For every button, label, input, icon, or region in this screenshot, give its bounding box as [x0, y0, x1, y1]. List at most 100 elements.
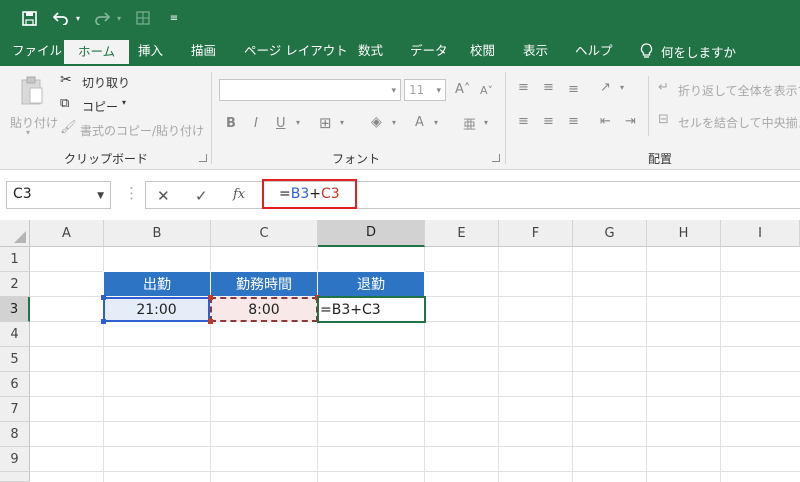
decrease-indent-icon[interactable]: ⇤ — [600, 114, 611, 129]
undo-dropdown-icon[interactable]: ▾ — [73, 0, 83, 36]
column-header-b[interactable]: B — [104, 220, 211, 247]
font-size-value: 11 — [409, 83, 425, 97]
select-all-icon — [14, 231, 26, 243]
align-middle-icon[interactable]: ≡ — [543, 80, 554, 95]
tab-formulas[interactable]: 数式 — [358, 36, 383, 66]
increase-indent-icon[interactable]: ⇥ — [625, 114, 636, 129]
chevron-down-icon: ▾ — [391, 86, 396, 96]
gridline — [30, 396, 800, 397]
underline-button[interactable]: U — [276, 116, 286, 131]
font-color-icon[interactable]: A — [415, 115, 424, 130]
column-header-c[interactable]: C — [211, 220, 318, 247]
formula-input[interactable]: =B3+C3 — [262, 179, 357, 209]
column-header-h[interactable]: H — [647, 220, 721, 247]
save-icon[interactable] — [18, 0, 40, 36]
undo-icon[interactable] — [50, 0, 72, 36]
cancel-icon[interactable]: ✕ — [157, 187, 170, 205]
phonetic-guide-icon[interactable]: 亜 — [463, 114, 476, 133]
font-size-dropdown[interactable]: 11 ▾ — [404, 79, 446, 101]
align-right-icon[interactable]: ≡ — [568, 114, 579, 129]
ref-handle — [208, 295, 213, 300]
row-header-3[interactable]: 3 — [0, 297, 30, 322]
worksheet-grid[interactable]: A B C D E F G H I 1 2 3 4 5 6 7 8 9 出勤 勤… — [0, 220, 800, 482]
cell-c2[interactable]: 勤務時間 — [210, 271, 318, 297]
orientation-dropdown-icon[interactable]: ▾ — [620, 83, 624, 92]
fill-color-dropdown-icon[interactable]: ▾ — [392, 118, 396, 127]
insert-function-icon[interactable]: fx — [233, 187, 245, 202]
ribbon-separator — [648, 76, 649, 136]
enter-icon[interactable]: ✓ — [195, 187, 208, 205]
font-name-dropdown[interactable]: ▾ — [219, 79, 401, 101]
font-group-label: フォント — [332, 152, 381, 166]
ref-handle — [101, 295, 106, 300]
tab-help[interactable]: ヘルプ — [575, 36, 613, 66]
name-box[interactable]: C3 ▼ — [6, 181, 111, 209]
column-header-f[interactable]: F — [499, 220, 573, 247]
merge-icon: ⊟ — [658, 112, 669, 127]
phonetic-dropdown-icon[interactable]: ▾ — [484, 118, 488, 127]
cell-b2[interactable]: 出勤 — [103, 271, 211, 297]
more-options-icon: ⋮ — [124, 184, 139, 202]
align-center-icon[interactable]: ≡ — [543, 114, 554, 129]
tab-file[interactable]: ファイル — [12, 36, 62, 66]
customize-qat-icon[interactable]: ≡ — [168, 0, 180, 36]
align-bottom-icon[interactable]: ≡ — [568, 82, 579, 97]
font-dialog-launcher-icon[interactable] — [492, 154, 500, 162]
tab-data[interactable]: データ — [410, 36, 448, 66]
gridline — [30, 446, 800, 447]
tab-review[interactable]: 校閲 — [470, 36, 495, 66]
orientation-icon[interactable]: ↗ — [600, 80, 611, 95]
increase-font-size-icon[interactable]: A˄ — [455, 82, 470, 97]
fill-color-icon[interactable]: ◈ — [371, 114, 382, 130]
table-icon — [134, 0, 152, 36]
select-all-button[interactable] — [0, 220, 30, 247]
lightbulb-icon — [640, 43, 653, 58]
gridline — [30, 346, 800, 347]
cell-b3[interactable]: 21:00 — [103, 297, 210, 322]
tab-home[interactable]: ホーム — [64, 40, 130, 66]
column-header-i[interactable]: I — [721, 220, 800, 247]
borders-dropdown-icon[interactable]: ▾ — [340, 118, 344, 127]
cell-c3[interactable]: 8:00 — [210, 297, 318, 322]
tab-view[interactable]: 表示 — [523, 36, 548, 66]
column-header-d[interactable]: D — [318, 220, 425, 247]
ref-handle — [101, 319, 106, 324]
formula-equals: = — [279, 186, 291, 202]
clipboard-dialog-launcher-icon[interactable] — [199, 154, 207, 162]
align-left-icon[interactable]: ≡ — [518, 114, 529, 129]
gridline — [30, 371, 800, 372]
column-header-a[interactable]: A — [30, 220, 104, 247]
tell-me-search[interactable]: 何をしますか — [640, 36, 736, 66]
row-header-10[interactable] — [0, 472, 30, 482]
bold-button[interactable]: B — [226, 116, 236, 131]
borders-icon[interactable]: ⊞ — [319, 114, 332, 132]
ribbon-separator — [505, 72, 506, 164]
column-header-g[interactable]: G — [573, 220, 647, 247]
cut-label: 切り取り — [82, 76, 131, 90]
row-header-1[interactable]: 1 — [0, 247, 30, 272]
cell-d3[interactable]: =B3+C3 — [317, 296, 426, 323]
tab-page-layout[interactable]: ページ レイアウト — [244, 36, 348, 66]
font-color-dropdown-icon[interactable]: ▾ — [434, 118, 438, 127]
row-header-9[interactable]: 9 — [0, 447, 30, 472]
row-header-5[interactable]: 5 — [0, 347, 30, 372]
row-header-2[interactable]: 2 — [0, 272, 30, 297]
italic-button[interactable]: I — [254, 116, 258, 131]
column-header-e[interactable]: E — [425, 220, 499, 247]
formula-plus: + — [309, 186, 321, 202]
row-header-7[interactable]: 7 — [0, 397, 30, 422]
copy-dropdown-icon: ▾ — [122, 98, 127, 107]
merge-center-label: セルを結合して中央揃え — [678, 116, 800, 130]
chevron-down-icon[interactable]: ▼ — [97, 191, 104, 201]
row-header-4[interactable]: 4 — [0, 322, 30, 347]
chevron-down-icon: ▾ — [436, 86, 441, 96]
row-header-6[interactable]: 6 — [0, 372, 30, 397]
underline-dropdown-icon[interactable]: ▾ — [296, 118, 300, 127]
decrease-font-size-icon[interactable]: A˅ — [480, 84, 493, 97]
paste-button[interactable]: 貼り付け ▾ — [8, 74, 58, 137]
cell-d2[interactable]: 退勤 — [317, 271, 425, 297]
tab-draw[interactable]: 描画 — [191, 36, 216, 66]
row-header-8[interactable]: 8 — [0, 422, 30, 447]
align-top-icon[interactable]: ≡ — [518, 80, 529, 95]
tab-insert[interactable]: 挿入 — [138, 36, 163, 66]
